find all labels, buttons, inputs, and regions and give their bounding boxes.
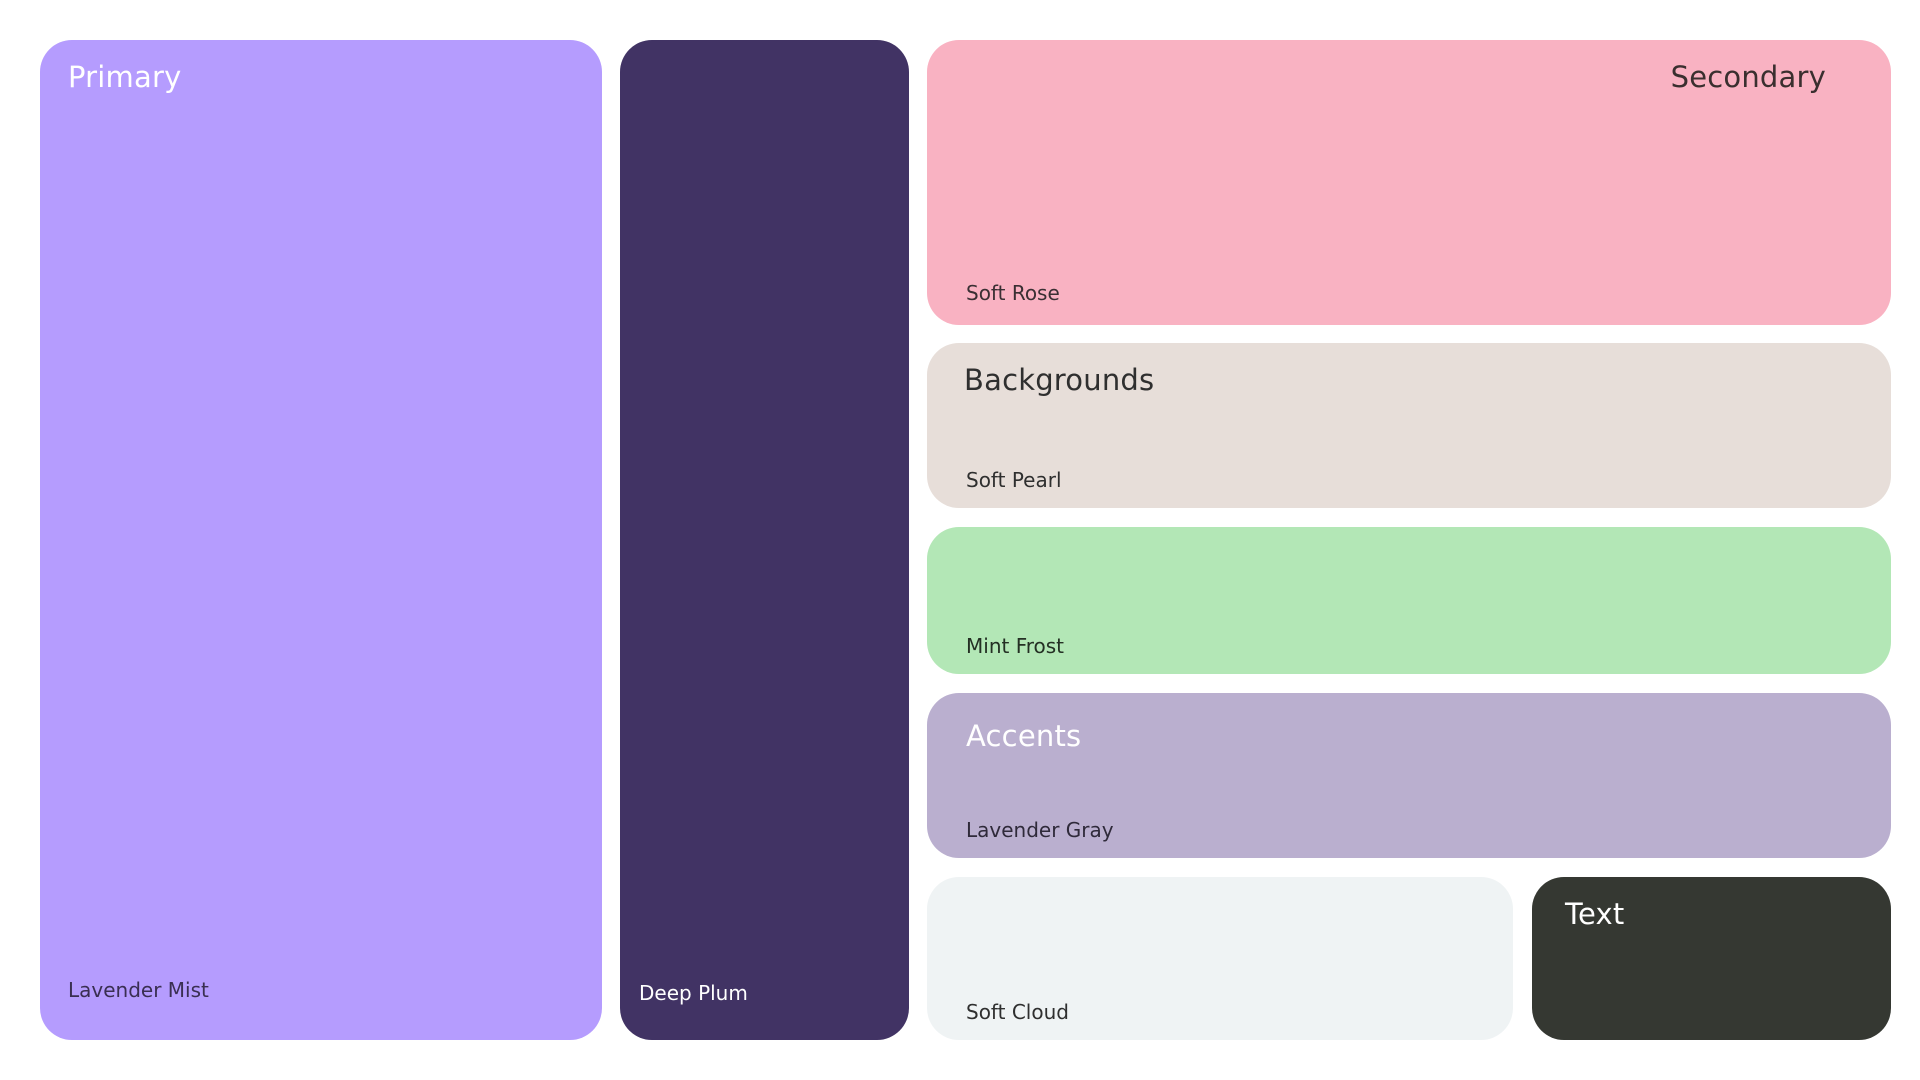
swatch-soft-rose[interactable]: Secondary Soft Rose [927,40,1891,325]
swatch-mint-frost[interactable]: Mint Frost [927,527,1891,674]
group-title-accents: Accents [966,719,1082,753]
color-name-lavender-mist: Lavender Mist [68,978,209,1002]
group-title-primary: Primary [68,60,182,94]
group-title-backgrounds: Backgrounds [964,363,1155,397]
swatch-text[interactable]: Text [1532,877,1891,1040]
swatch-soft-cloud[interactable]: Soft Cloud [927,877,1513,1040]
swatch-lavender-mist[interactable]: Primary Lavender Mist [40,40,602,1040]
swatch-deep-plum[interactable]: Deep Plum [620,40,909,1040]
swatch-lavender-gray[interactable]: Accents Lavender Gray [927,693,1891,858]
swatch-soft-pearl[interactable]: Backgrounds Soft Pearl [927,343,1891,508]
group-title-text: Text [1565,897,1625,931]
color-name-soft-rose: Soft Rose [966,281,1060,305]
color-name-soft-cloud: Soft Cloud [966,1000,1069,1024]
color-name-mint-frost: Mint Frost [966,634,1065,658]
palette-board: Primary Lavender Mist Deep Plum Secondar… [0,0,1920,1080]
color-name-lavender-gray: Lavender Gray [966,818,1114,842]
group-title-secondary: Secondary [1670,60,1826,94]
color-name-deep-plum: Deep Plum [639,981,748,1005]
color-name-soft-pearl: Soft Pearl [966,468,1062,492]
